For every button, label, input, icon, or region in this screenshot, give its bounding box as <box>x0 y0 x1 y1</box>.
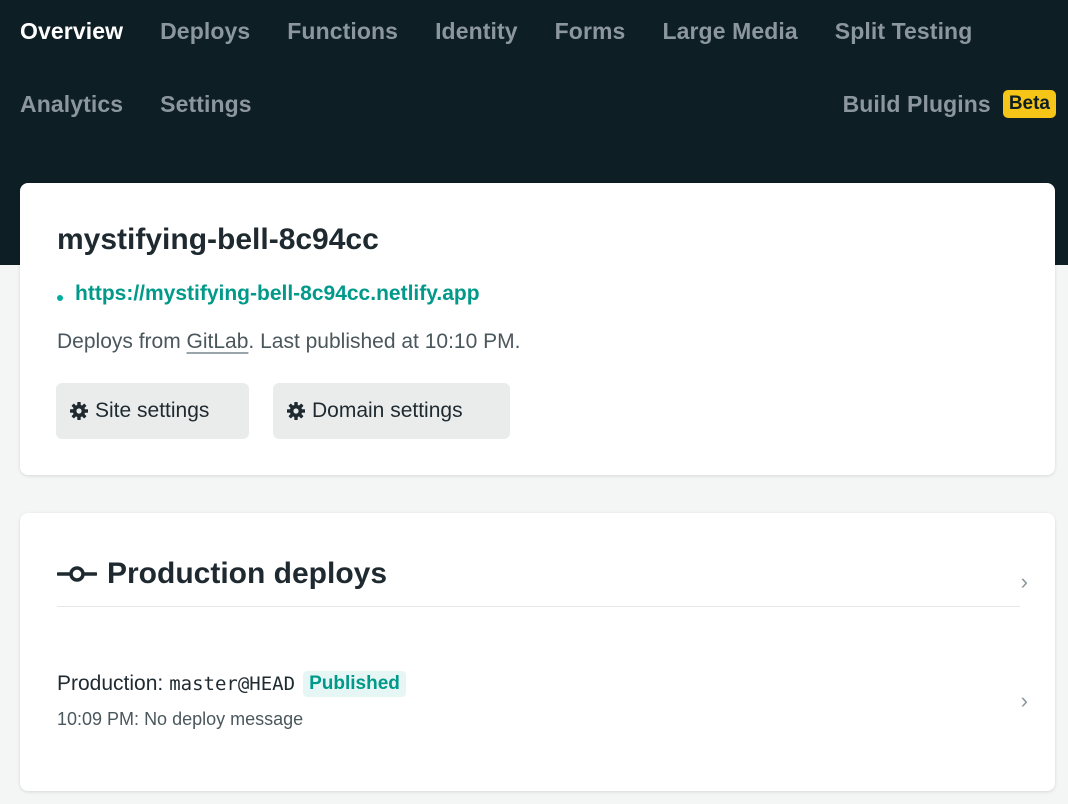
deploy-message: No deploy message <box>144 709 304 729</box>
site-settings-label: Site settings <box>95 399 210 422</box>
site-settings-button[interactable]: Site settings <box>56 383 249 439</box>
deploy-branch: master@HEAD <box>169 673 296 695</box>
nav-row-primary: Overview Deploys Functions Identity Form… <box>20 6 1009 56</box>
commit-icon <box>57 566 97 582</box>
status-dot-icon <box>57 295 63 301</box>
tab-forms[interactable]: Forms <box>555 18 626 45</box>
deploy-list-item[interactable]: Production: master@HEAD Published 10:09 … <box>57 663 1028 733</box>
tab-functions[interactable]: Functions <box>287 18 398 45</box>
production-deploys-title-wrap: Production deploys <box>57 557 387 591</box>
gear-icon <box>70 402 88 420</box>
tab-build-plugins[interactable]: Build Plugins <box>843 91 991 118</box>
gear-icon <box>287 402 305 420</box>
deploy-info-prefix: Deploys from <box>57 330 187 353</box>
tab-deploys[interactable]: Deploys <box>160 18 250 45</box>
site-name: mystifying-bell-8c94cc <box>57 223 379 256</box>
deploy-time: 10:09 PM: <box>57 709 140 729</box>
gitlab-link[interactable]: GitLab <box>187 330 249 353</box>
production-deploys-card: Production deploys › Production: master@… <box>20 513 1055 791</box>
site-overview-card: mystifying-bell-8c94cc https://mystifyin… <box>20 183 1055 475</box>
build-plugins-tab[interactable]: Build Plugins Beta <box>843 79 1056 129</box>
tab-settings[interactable]: Settings <box>160 91 252 118</box>
status-badge: Published <box>303 671 406 697</box>
site-url-text[interactable]: https://mystifying-bell-8c94cc.netlify.a… <box>75 282 480 306</box>
domain-settings-label: Domain settings <box>312 399 463 422</box>
domain-settings-button[interactable]: Domain settings <box>273 383 510 439</box>
tab-overview[interactable]: Overview <box>20 18 123 45</box>
deploy-details: 10:09 PM: No deploy message <box>57 709 303 730</box>
site-deploy-info: Deploys from GitLab. Last published at 1… <box>57 330 520 354</box>
tab-large-media[interactable]: Large Media <box>662 18 797 45</box>
beta-badge: Beta <box>1002 90 1056 118</box>
deploy-context-label: Production: <box>57 672 164 695</box>
tab-identity[interactable]: Identity <box>435 18 518 45</box>
deploy-summary: Production: master@HEAD Published <box>57 671 406 697</box>
production-deploys-title: Production deploys <box>107 557 388 590</box>
deploy-info-suffix: . Last published at 10:10 PM. <box>248 330 521 353</box>
site-url-link[interactable]: https://mystifying-bell-8c94cc.netlify.a… <box>57 282 480 306</box>
chevron-right-icon[interactable]: › <box>1021 688 1028 714</box>
chevron-right-icon[interactable]: › <box>1021 569 1028 595</box>
nav-row-secondary: Analytics Settings <box>20 79 289 129</box>
tab-analytics[interactable]: Analytics <box>20 91 123 118</box>
tab-split-testing[interactable]: Split Testing <box>835 18 973 45</box>
production-deploys-header[interactable]: Production deploys › <box>57 553 1028 607</box>
